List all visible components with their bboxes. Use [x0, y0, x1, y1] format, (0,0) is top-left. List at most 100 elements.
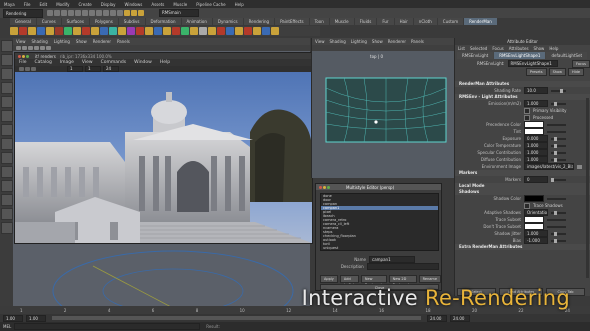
shelf-tab-hair[interactable]: Hair [394, 18, 413, 25]
ortho-viewport[interactable]: View Shading Lighting Show Renderer Pane… [311, 38, 454, 178]
ortho-menu-shading[interactable]: Shading [330, 39, 346, 44]
ae-tab-envlight[interactable]: RMSEnvLight [457, 52, 494, 59]
grid-icon[interactable] [22, 46, 27, 50]
select-hierarchy-icon[interactable] [82, 10, 88, 16]
smooth-shade-icon[interactable] [34, 46, 39, 50]
shelf-tool-icon[interactable] [19, 27, 27, 35]
bookmark-list-item[interactable]: uniquest [321, 246, 438, 250]
ae-focus-button[interactable]: Focus [572, 59, 590, 68]
bookmark-description-input[interactable] [366, 262, 439, 270]
menu-display[interactable]: Display [101, 2, 116, 7]
ae-tab-defaultlightset[interactable]: defaultLightSet [546, 52, 588, 59]
shelf-tool-icon[interactable] [163, 27, 171, 35]
range-playback-start[interactable]: 1.00 [26, 314, 46, 322]
viewport-menu-show[interactable]: Show [76, 39, 87, 44]
zoom-icon[interactable] [327, 185, 330, 189]
textured-icon[interactable] [40, 46, 45, 50]
render-menu-commands[interactable]: Commands [101, 60, 126, 65]
undo-icon[interactable] [68, 10, 74, 16]
folder-icon[interactable] [577, 164, 582, 169]
attr-input[interactable]: images/latest/vis_2_BlankBlinn.tex [524, 163, 574, 170]
attr-input[interactable]: Orientation [524, 209, 548, 216]
add-to-sel-button[interactable]: Add to Sel [339, 274, 359, 287]
shelf-tab-fluids[interactable]: Fluids [354, 18, 377, 25]
new-scene-icon[interactable] [47, 10, 53, 16]
shelf-tool-icon[interactable] [28, 27, 36, 35]
menu-muscle[interactable]: Muscle [173, 2, 187, 7]
attr-slider[interactable] [551, 238, 566, 243]
bookmark-name-input[interactable]: campan1 [369, 255, 415, 263]
ae-tab-envlightshape[interactable]: RMSEnvLightShape1 [494, 52, 546, 59]
snap-grid-icon[interactable] [103, 10, 109, 16]
bookmark-list[interactable]: done door campan campan1 pixel ibeach camera_r… [320, 193, 439, 251]
select-icon[interactable] [1, 40, 13, 52]
color-slider[interactable] [547, 130, 566, 133]
shelf-tab-painteffects[interactable]: PaintEffects [275, 18, 309, 25]
color-slider[interactable] [547, 218, 566, 221]
ae-menu-list[interactable]: List [458, 46, 465, 51]
viewport-menu-renderer[interactable]: Renderer [93, 39, 111, 44]
color-slider[interactable] [547, 197, 566, 200]
range-playback-end[interactable]: 24.00 [427, 314, 447, 322]
color-swatch[interactable] [524, 121, 544, 128]
render-menu-window[interactable]: Window [134, 60, 152, 65]
render-frame-icon[interactable] [124, 10, 130, 16]
attr-slider[interactable] [551, 210, 566, 215]
shelf-tool-icon[interactable] [217, 27, 225, 35]
render-settings-icon[interactable] [138, 10, 144, 16]
ae-scrollbar[interactable] [586, 98, 589, 278]
shelf-tool-icon[interactable] [181, 27, 189, 35]
shelf-tool-icon[interactable] [91, 27, 99, 35]
viewport-menu-lighting[interactable]: Lighting [54, 39, 70, 44]
snap-curve-icon[interactable] [110, 10, 116, 16]
last-tool-icon[interactable] [1, 138, 13, 150]
shelf-tab-muscle[interactable]: Muscle [329, 18, 354, 25]
shelf-tool-icon[interactable] [145, 27, 153, 35]
shelf-tool-icon[interactable] [208, 27, 216, 35]
shelf-tab-polygons[interactable]: Polygons [89, 18, 118, 25]
shelf-tool-icon[interactable] [73, 27, 81, 35]
lasso-icon[interactable] [1, 54, 13, 66]
shelf-tab-toon[interactable]: Toon [309, 18, 329, 25]
shelf-tab-curves[interactable]: Curves [36, 18, 61, 25]
attr-input[interactable]: 1.000 [524, 156, 548, 163]
shelf-tab-deformation[interactable]: Deformation [145, 18, 181, 25]
manipulator-icon[interactable] [1, 124, 13, 136]
scene-name-field[interactable]: RMSmain [159, 9, 199, 17]
layout-graph-icon[interactable] [1, 208, 13, 220]
shelf-tool-icon[interactable] [172, 27, 180, 35]
color-swatch[interactable] [524, 128, 544, 135]
shelf-tool-icon[interactable] [226, 27, 234, 35]
zoom-icon[interactable] [26, 54, 29, 58]
camera-icon[interactable] [16, 46, 21, 50]
mode-select[interactable]: Rendering [3, 8, 43, 18]
checkbox[interactable] [524, 202, 530, 209]
play-icon[interactable] [19, 67, 24, 71]
menu-file[interactable]: File [24, 2, 31, 7]
range-start-input[interactable]: 1.00 [3, 314, 23, 322]
shelf-tool-icon[interactable] [100, 27, 108, 35]
menu-pipeline-cache[interactable]: Pipeline Cache [196, 2, 225, 7]
close-icon[interactable] [319, 185, 322, 189]
minimize-icon[interactable] [22, 54, 25, 58]
section-extra-renderman[interactable]: Extra RenderMan Attributes [455, 244, 590, 250]
checkbox[interactable] [524, 114, 530, 121]
shelf-tab-dynamics[interactable]: Dynamics [212, 18, 243, 25]
shelf-tab-custom[interactable]: Custom [437, 18, 464, 25]
ae-menu-attributes[interactable]: Attributes [509, 46, 529, 51]
shelf-tool-icon[interactable] [199, 27, 207, 35]
scale-icon[interactable] [1, 110, 13, 122]
ortho-menu-show[interactable]: Show [372, 39, 383, 44]
ae-show-button[interactable]: Show [548, 67, 567, 76]
command-line-input[interactable] [14, 323, 201, 330]
shelf-tool-icon[interactable] [127, 27, 135, 35]
layout-four-icon[interactable] [1, 166, 13, 178]
attr-input[interactable]: 1.000 [524, 142, 548, 149]
shelf-tab-general[interactable]: General [10, 18, 36, 25]
open-scene-icon[interactable] [54, 10, 60, 16]
rendered-image[interactable] [15, 72, 312, 243]
lights-icon[interactable] [46, 46, 51, 50]
close-icon[interactable] [18, 54, 21, 58]
new-bookmark-button[interactable]: New Bookmark [360, 274, 387, 287]
color-swatch[interactable] [524, 195, 544, 202]
